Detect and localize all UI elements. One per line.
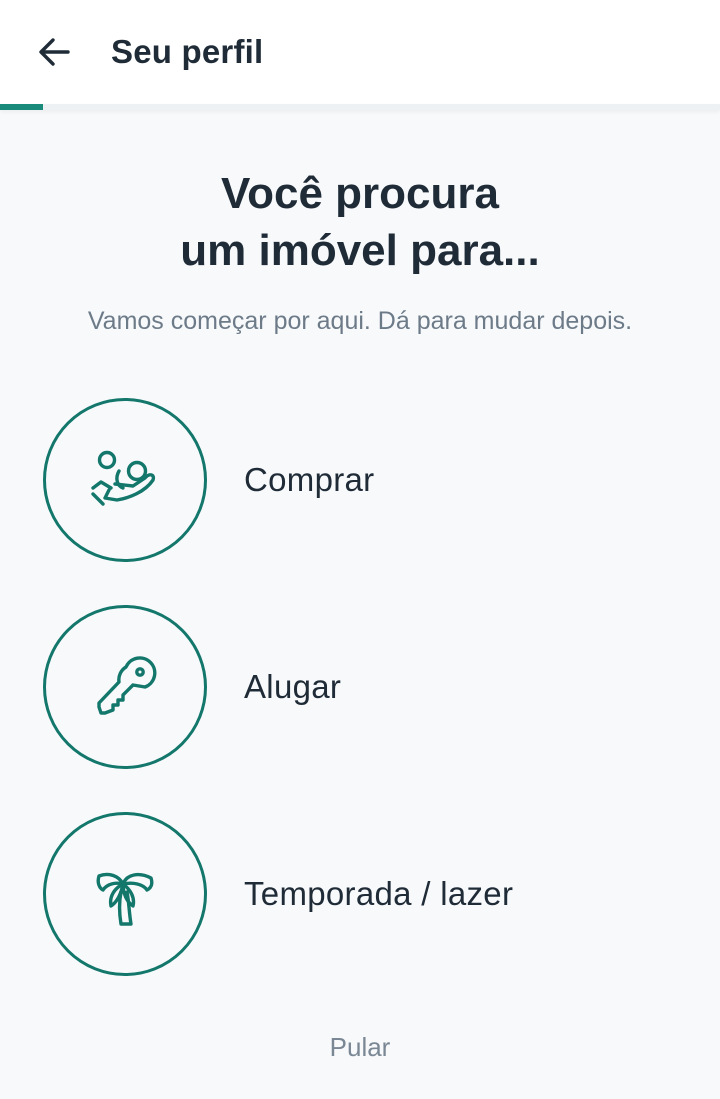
headline-line-1: Você procura (221, 169, 499, 218)
option-temporada[interactable]: Temporada / lazer (43, 812, 683, 976)
option-comprar[interactable]: Comprar (43, 398, 683, 562)
headline: Você procura um imóvel para... (0, 165, 720, 279)
subtitle: Vamos começar por aqui. Dá para mudar de… (87, 307, 633, 335)
back-button[interactable] (30, 30, 78, 74)
skip-button[interactable]: Pular (0, 1030, 720, 1064)
top-app-bar: Seu perfil (0, 0, 720, 104)
arrow-left-icon (39, 38, 70, 66)
progress-fill (0, 104, 44, 110)
option-comprar-label: Comprar (244, 461, 375, 498)
option-alugar[interactable]: Alugar (43, 605, 683, 769)
hand-holding-coins-icon (91, 450, 156, 506)
progress-bar (0, 104, 720, 110)
option-alugar-label: Alugar (244, 668, 342, 705)
key-icon (97, 656, 157, 715)
option-temporada-circle (43, 812, 207, 976)
option-comprar-circle (43, 398, 207, 562)
option-alugar-circle (43, 605, 207, 769)
option-temporada-label: Temporada / lazer (244, 875, 514, 912)
palm-tree-icon (96, 872, 154, 926)
headline-line-2: um imóvel para... (180, 226, 540, 275)
page-title: Seu perfil (111, 33, 264, 70)
